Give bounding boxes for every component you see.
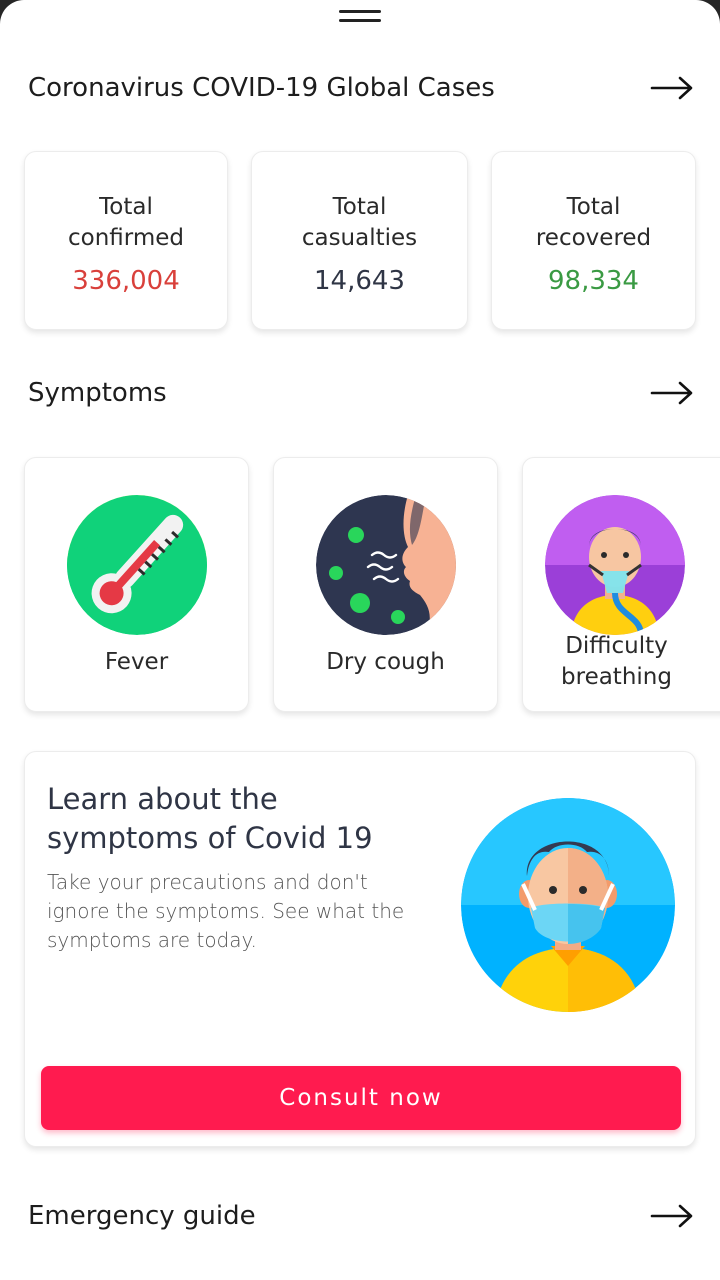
arrow-right-icon[interactable] [650, 381, 694, 405]
symptom-card-difficulty-breathing[interactable]: Difficulty breathing [522, 457, 720, 712]
global-cases-title: Coronavirus COVID-19 Global Cases [28, 73, 495, 103]
learn-title: Learn about the symptoms of Covid 19 [47, 782, 373, 855]
symptoms-title: Symptoms [28, 378, 167, 408]
symptom-name: Fever [104, 649, 169, 675]
stat-card-confirmed: Total confirmed 336,004 [24, 151, 228, 330]
learn-description: Take your precautions and don't ignore t… [47, 870, 405, 952]
thermometer-icon [66, 495, 207, 635]
bottom-sheet: Coronavirus COVID-19 Global Cases Total c… [0, 0, 720, 1280]
learn-symptoms-card: Learn about the symptoms of Covid 19 Tak… [24, 751, 696, 1147]
stat-card-casualties: Total casualties 14,643 [251, 151, 468, 330]
emergency-guide-title: Emergency guide [28, 1201, 256, 1231]
cough-icon [315, 495, 456, 635]
oxygen-mask-icon [544, 495, 685, 635]
emergency-guide-header: Emergency guide [28, 1196, 694, 1236]
arrow-right-icon[interactable] [650, 76, 694, 100]
stat-label: confirmed [68, 225, 184, 251]
symptom-card-dry-cough[interactable]: Dry cough [273, 457, 498, 712]
symptom-card-fever[interactable]: Fever [24, 457, 249, 712]
stat-label: Total [566, 194, 621, 220]
symptom-name: Dry cough [326, 649, 445, 675]
stat-label: recovered [535, 225, 652, 251]
consult-now-button[interactable]: Consult now [41, 1066, 681, 1130]
stat-value-recovered: 98,334 [548, 266, 639, 296]
masked-person-icon [461, 798, 675, 1012]
global-cases-header: Coronavirus COVID-19 Global Cases [28, 68, 694, 108]
stat-value-confirmed: 336,004 [72, 266, 180, 296]
arrow-right-icon[interactable] [650, 1204, 694, 1228]
stat-label: Total [332, 194, 387, 220]
stat-label: casualties [301, 225, 418, 251]
symptoms-header: Symptoms [28, 373, 694, 413]
stat-card-recovered: Total recovered 98,334 [491, 151, 696, 330]
stat-value-casualties: 14,643 [314, 266, 405, 296]
drag-handle[interactable] [339, 10, 381, 26]
symptom-name: Difficulty breathing [561, 633, 672, 690]
stat-label: Total [99, 194, 153, 220]
